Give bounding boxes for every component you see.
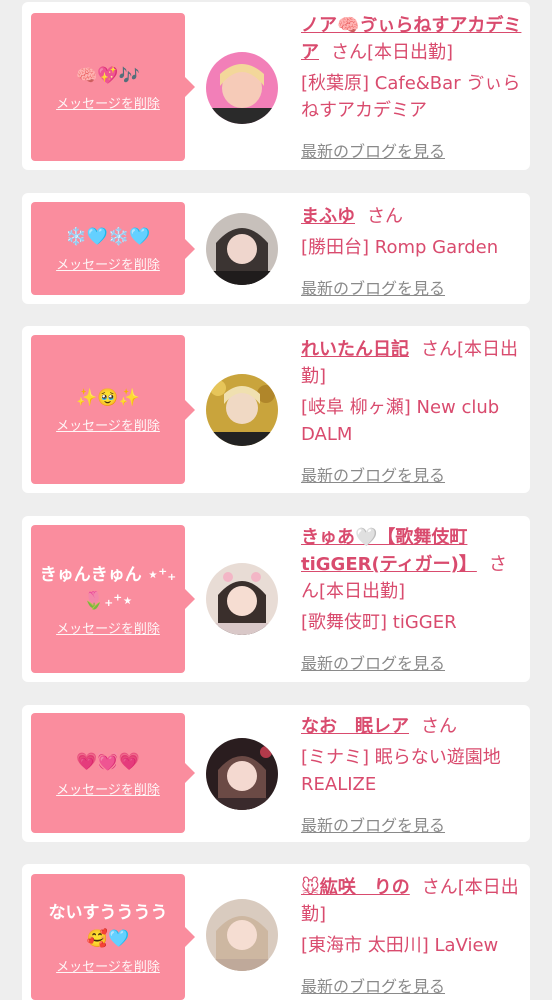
cast-name-link[interactable]: なお 眠レア — [301, 716, 409, 737]
avatar-image — [206, 213, 278, 285]
message-list: 🧠💖🎶 メッセージを削除 ノア🧠ゔぃらねすアカデミア さん[本日出勤] [秋葉原]… — [0, 0, 552, 1000]
delete-message-link[interactable]: メッセージを削除 — [56, 618, 160, 637]
message-bubble: ✨🥹✨ メッセージを削除 — [31, 335, 195, 484]
shop-name: [ミナミ] 眠らない遊園地 REALIZE — [301, 747, 501, 795]
latest-blog-link[interactable]: 最新のブログを見る — [301, 812, 523, 839]
avatar-image — [206, 52, 278, 124]
avatar[interactable] — [206, 374, 278, 446]
message-card: きゅんきゅん ⋆⁺₊🌷₊⁺⋆ メッセージを削除 きゅあ🤍【歌舞伎町tiGGER(… — [22, 516, 530, 682]
message-card: 🧠💖🎶 メッセージを削除 ノア🧠ゔぃらねすアカデミア さん[本日出勤] [秋葉原]… — [22, 2, 530, 170]
card-info: ノア🧠ゔぃらねすアカデミア さん[本日出勤] [秋葉原] Cafe&Bar ゔぃら… — [301, 12, 523, 165]
delete-message-link[interactable]: メッセージを削除 — [56, 956, 160, 975]
latest-blog-link[interactable]: 最新のブログを見る — [301, 973, 523, 1000]
message-text: きゅんきゅん ⋆⁺₊🌷₊⁺⋆ — [39, 564, 177, 611]
delete-message-link[interactable]: メッセージを削除 — [56, 254, 160, 273]
avatar-image — [206, 738, 278, 810]
latest-blog-link[interactable]: 最新のブログを見る — [301, 138, 523, 165]
shop-name: [岐阜 柳ヶ瀬] New club DALM — [301, 397, 500, 445]
message-text: 🧠💖🎶 — [76, 65, 140, 86]
cast-name-link[interactable]: れいたん日記 — [301, 339, 409, 360]
avatar[interactable] — [206, 899, 278, 971]
card-info: なお 眠レア さん [ミナミ] 眠らない遊園地 REALIZE 最新のブログを見る — [301, 713, 523, 839]
avatar-image — [206, 374, 278, 446]
message-bubble: ❄️🩵❄️🩵 メッセージを削除 — [31, 202, 195, 295]
latest-blog-link[interactable]: 最新のブログを見る — [301, 462, 523, 489]
card-info: まふゆ さん [勝田台] Romp Garden 最新のブログを見る — [301, 203, 523, 302]
message-text: ないすうううう🥰🩵 — [48, 902, 168, 949]
message-card: ✨🥹✨ メッセージを削除 れいたん日記 さん[本日出勤] [岐阜 柳ヶ瀬] New… — [22, 326, 530, 493]
message-text: 💗💓💗 — [76, 751, 140, 772]
latest-blog-link[interactable]: 最新のブログを見る — [301, 650, 523, 677]
message-bubble: 💗💓💗 メッセージを削除 — [31, 713, 195, 833]
avatar-image — [206, 563, 278, 635]
avatar[interactable] — [206, 52, 278, 124]
delete-message-link[interactable]: メッセージを削除 — [56, 93, 160, 112]
shop-name: [秋葉原] Cafe&Bar ゔぃらねすアカデミア — [301, 73, 521, 121]
avatar[interactable] — [206, 213, 278, 285]
message-card: ❄️🩵❄️🩵 メッセージを削除 まふゆ さん [勝田台] Romp Garden … — [22, 193, 530, 304]
card-info: きゅあ🤍【歌舞伎町tiGGER(ティガー)】 さん[本日出勤] [歌舞伎町] ti… — [301, 524, 523, 677]
name-suffix: さん[本日出勤] — [331, 42, 454, 63]
message-card: ないすうううう🥰🩵 メッセージを削除 🐭紘咲 りの さん[本日出勤] [東海市 太… — [22, 864, 530, 1000]
delete-message-link[interactable]: メッセージを削除 — [56, 779, 160, 798]
message-bubble: 🧠💖🎶 メッセージを削除 — [31, 13, 195, 161]
latest-blog-link[interactable]: 最新のブログを見る — [301, 275, 523, 302]
name-suffix: さん — [367, 206, 403, 227]
card-info: 🐭紘咲 りの さん[本日出勤] [東海市 太田川] LaView 最新のブログを見… — [301, 874, 523, 1000]
cast-name-link[interactable]: 🐭紘咲 りの — [301, 877, 410, 898]
delete-message-link[interactable]: メッセージを削除 — [56, 415, 160, 434]
avatar[interactable] — [206, 563, 278, 635]
shop-name: [歌舞伎町] tiGGER — [301, 612, 457, 633]
cast-name-link[interactable]: まふゆ — [301, 206, 355, 227]
message-text: ✨🥹✨ — [76, 388, 140, 408]
message-bubble: きゅんきゅん ⋆⁺₊🌷₊⁺⋆ メッセージを削除 — [31, 525, 195, 673]
avatar-image — [206, 899, 278, 971]
avatar[interactable] — [206, 738, 278, 810]
name-suffix: さん — [421, 716, 457, 737]
card-info: れいたん日記 さん[本日出勤] [岐阜 柳ヶ瀬] New club DALM 最新… — [301, 336, 523, 489]
message-card: 💗💓💗 メッセージを削除 なお 眠レア さん [ミナミ] 眠らない遊園地 REAL… — [22, 705, 530, 842]
message-text: ❄️🩵❄️🩵 — [65, 227, 151, 247]
shop-name: [東海市 太田川] LaView — [301, 935, 499, 956]
message-bubble: ないすうううう🥰🩵 メッセージを削除 — [31, 874, 195, 1000]
cast-name-link[interactable]: きゅあ🤍【歌舞伎町tiGGER(ティガー)】 — [301, 527, 477, 575]
shop-name: [勝田台] Romp Garden — [301, 237, 499, 258]
